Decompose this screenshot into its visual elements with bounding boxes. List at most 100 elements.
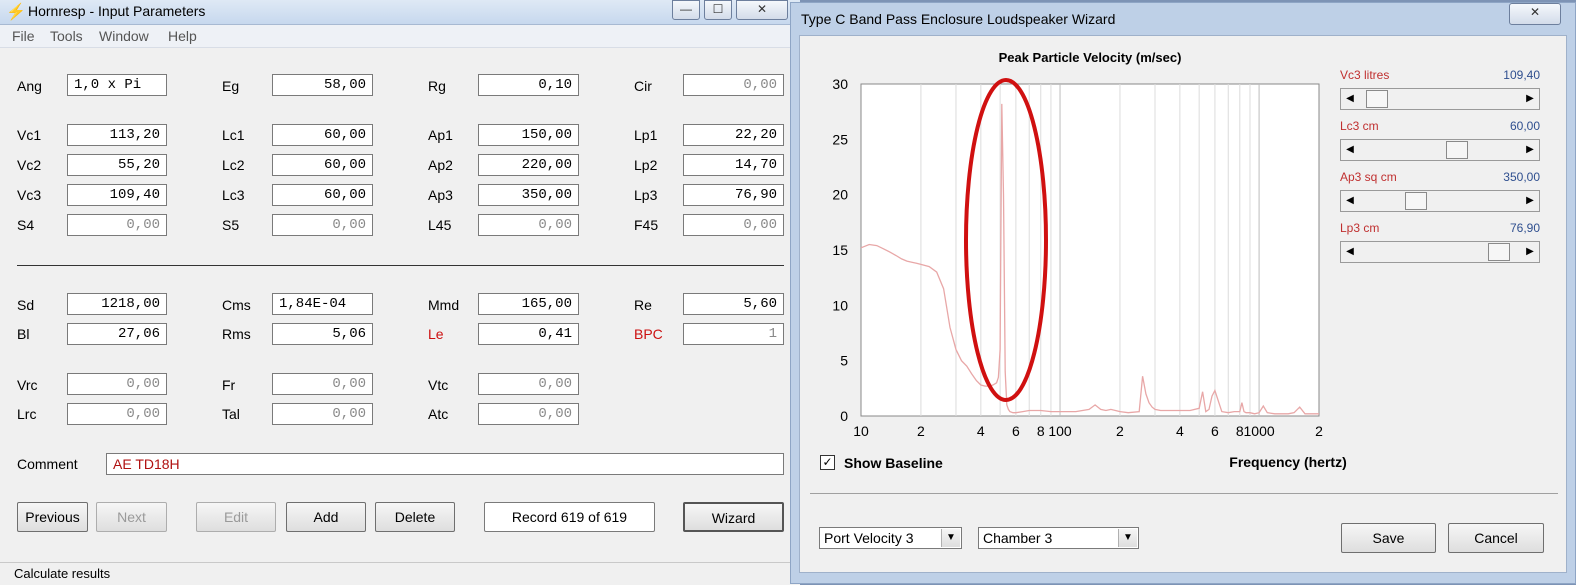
edit-button[interactable]: Edit (196, 502, 276, 532)
label-cir: Cir (634, 78, 652, 94)
slider-thumb[interactable] (1487, 243, 1510, 261)
wizard-close-button[interactable]: ✕ (1509, 3, 1561, 25)
show-baseline-label: Show Baseline (844, 455, 943, 471)
cir-field[interactable]: 0,00 (683, 74, 784, 96)
vtc-field[interactable]: 0,00 (478, 373, 579, 395)
y-tick-label: 5 (840, 353, 848, 369)
slider[interactable]: ◀ ▶ (1340, 190, 1540, 212)
label-mmd: Mmd (428, 297, 460, 313)
lp3-field[interactable]: 76,90 (683, 184, 784, 206)
s4-field[interactable]: 0,00 (67, 214, 167, 236)
cms-field[interactable]: 1,84E-04 (272, 293, 373, 315)
label-ap3: Ap3 (428, 187, 453, 203)
arrow-right-icon[interactable]: ▶ (1522, 141, 1538, 159)
fr-field[interactable]: 0,00 (272, 373, 373, 395)
sd-field[interactable]: 1218,00 (67, 293, 167, 315)
x-axis: 10 2 4 6 8 100 2 4 6 8 1000 2 (853, 423, 1323, 439)
divider (810, 493, 1558, 494)
lp2-field[interactable]: 14,70 (683, 154, 784, 176)
tal-field[interactable]: 0,00 (272, 403, 373, 425)
atc-field[interactable]: 0,00 (478, 403, 579, 425)
port-velocity-select[interactable]: Port Velocity 3 ▼ (819, 527, 962, 549)
status-text: Calculate results (14, 566, 111, 581)
slider[interactable]: ◀ ▶ (1340, 139, 1540, 161)
lp1-field[interactable]: 22,20 (683, 124, 784, 146)
f45-field[interactable]: 0,00 (683, 214, 784, 236)
label-lc1: Lc1 (222, 127, 245, 143)
s5-field[interactable]: 0,00 (272, 214, 373, 236)
label-vtc: Vtc (428, 377, 449, 393)
label-le: Le (428, 326, 444, 342)
le-field[interactable]: 0,41 (478, 323, 579, 345)
arrow-left-icon[interactable]: ◀ (1342, 192, 1358, 210)
arrow-left-icon[interactable]: ◀ (1342, 90, 1358, 108)
save-button[interactable]: Save (1341, 523, 1436, 553)
chamber-select[interactable]: Chamber 3 ▼ (978, 527, 1139, 549)
re-field[interactable]: 5,60 (683, 293, 784, 315)
slider[interactable]: ◀ ▶ (1340, 88, 1540, 110)
next-button[interactable]: Next (96, 502, 167, 532)
cancel-button[interactable]: Cancel (1448, 523, 1544, 553)
menu-window[interactable]: Window (99, 28, 149, 44)
slider-thumb[interactable] (1405, 192, 1428, 210)
menu-file[interactable]: File (12, 28, 35, 44)
vrc-field[interactable]: 0,00 (67, 373, 167, 395)
close-button[interactable]: ✕ (736, 0, 788, 20)
mmd-field[interactable]: 165,00 (478, 293, 579, 315)
lc1-field[interactable]: 60,00 (272, 124, 373, 146)
close-icon: ✕ (756, 2, 768, 16)
label-comment: Comment (17, 456, 78, 472)
arrow-right-icon[interactable]: ▶ (1522, 243, 1538, 261)
comment-field[interactable]: AE TD18H (106, 453, 784, 475)
lrc-field[interactable]: 0,00 (67, 403, 167, 425)
wizard-title: Type C Band Pass Enclosure Loudspeaker W… (801, 11, 1116, 27)
previous-button[interactable]: Previous (17, 502, 88, 532)
label-vc2: Vc2 (17, 157, 42, 173)
menu-tools[interactable]: Tools (50, 28, 83, 44)
show-baseline-checkbox[interactable]: ✓ (820, 455, 835, 470)
chevron-down-icon: ▼ (941, 529, 960, 547)
x-tick-label: 10 (853, 423, 869, 439)
x-tick-label: 2 (1116, 423, 1124, 439)
rms-field[interactable]: 5,06 (272, 323, 373, 345)
label-lc2: Lc2 (222, 157, 245, 173)
lc3-field[interactable]: 60,00 (272, 184, 373, 206)
ap3-field[interactable]: 350,00 (478, 184, 579, 206)
divider (17, 265, 784, 266)
bl-field[interactable]: 27,06 (67, 323, 167, 345)
bpc-field[interactable]: 1 (683, 323, 784, 345)
arrow-left-icon[interactable]: ◀ (1342, 243, 1358, 261)
slider-thumb[interactable] (1366, 90, 1388, 108)
x-tick-label: 6 (1012, 423, 1020, 439)
ap2-field[interactable]: 220,00 (478, 154, 579, 176)
eg-field[interactable]: 58,00 (272, 74, 373, 96)
arrow-right-icon[interactable]: ▶ (1522, 192, 1538, 210)
minimize-button[interactable]: — (672, 0, 700, 20)
add-button[interactable]: Add (286, 502, 366, 532)
label-rg: Rg (428, 78, 446, 94)
wizard-button[interactable]: Wizard (683, 502, 784, 532)
lc2-field[interactable]: 60,00 (272, 154, 373, 176)
vc1-field[interactable]: 113,20 (67, 124, 167, 146)
rg-field[interactable]: 0,10 (478, 74, 579, 96)
menu-help[interactable]: Help (168, 28, 197, 44)
arrow-right-icon[interactable]: ▶ (1522, 90, 1538, 108)
label-cms: Cms (222, 297, 251, 313)
vc2-field[interactable]: 55,20 (67, 154, 167, 176)
maximize-button[interactable]: ☐ (704, 0, 732, 20)
label-lc3: Lc3 (222, 187, 245, 203)
x-tick-label: 1000 (1244, 423, 1275, 439)
label-lp2: Lp2 (634, 157, 658, 173)
label-s4: S4 (17, 217, 35, 233)
ap1-field[interactable]: 150,00 (478, 124, 579, 146)
arrow-left-icon[interactable]: ◀ (1342, 141, 1358, 159)
label-lp1: Lp1 (634, 127, 658, 143)
window-title: Hornresp - Input Parameters (28, 3, 206, 19)
vc3-field[interactable]: 109,40 (67, 184, 167, 206)
slider-thumb[interactable] (1445, 141, 1468, 159)
slider[interactable]: ◀ ▶ (1340, 241, 1540, 263)
ang-field[interactable]: 1,0 x Pi (67, 74, 167, 96)
delete-button[interactable]: Delete (375, 502, 455, 532)
l45-field[interactable]: 0,00 (478, 214, 579, 236)
label-tal: Tal (222, 406, 240, 422)
